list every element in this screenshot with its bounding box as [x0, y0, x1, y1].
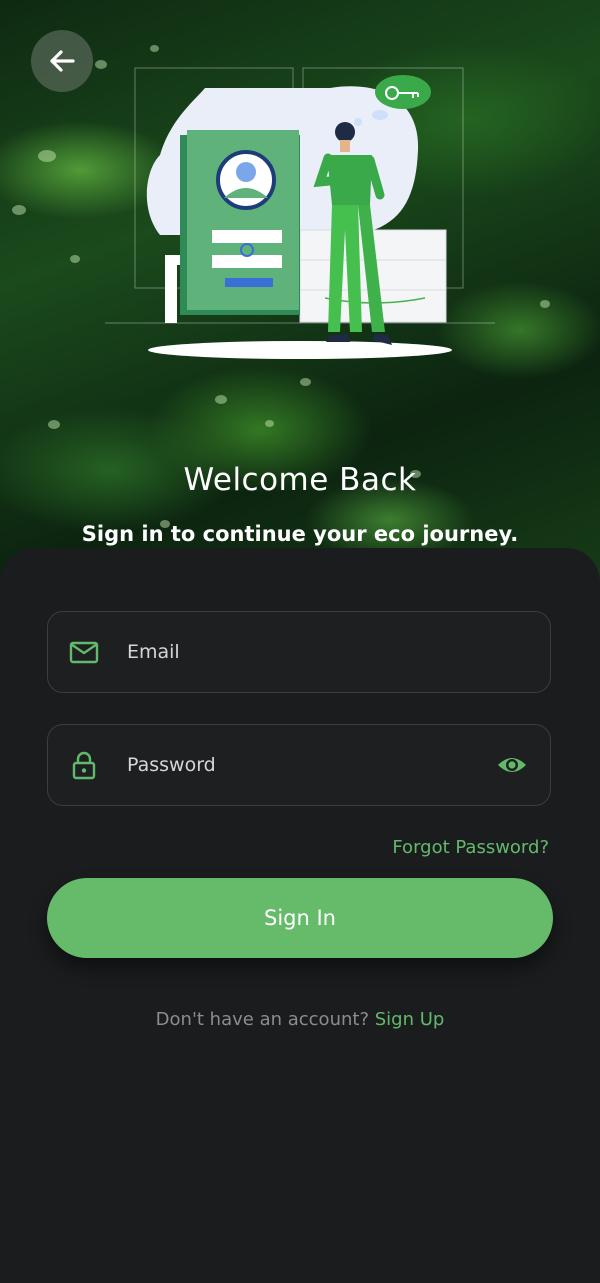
sign-in-illustration — [105, 67, 495, 359]
login-card: Email Password Forgot Password? Sign In … — [0, 548, 600, 1283]
page-title: Welcome Back — [183, 462, 417, 498]
page-subtitle: Sign in to continue your eco journey. — [81, 522, 519, 546]
eye-icon[interactable] — [496, 753, 528, 777]
dew-drop — [540, 300, 550, 308]
signup-prompt: Don't have an account? Sign Up — [0, 1009, 600, 1030]
dew-drop — [38, 150, 56, 162]
email-field[interactable]: Email — [47, 611, 551, 693]
forgot-password-link[interactable]: Forgot Password? — [392, 837, 549, 858]
dew-drop — [150, 45, 159, 52]
dew-drop — [70, 255, 80, 263]
dew-drop — [48, 420, 60, 429]
dew-drop — [300, 378, 311, 386]
sign-in-button[interactable]: Sign In — [47, 878, 553, 958]
password-field[interactable]: Password — [47, 724, 551, 806]
dew-drop — [265, 420, 274, 427]
back-button[interactable] — [31, 30, 93, 92]
sign-up-link[interactable]: Sign Up — [375, 1009, 445, 1030]
dew-drop — [215, 395, 227, 404]
password-placeholder: Password — [127, 754, 216, 776]
email-placeholder: Email — [127, 641, 180, 663]
signup-prompt-text: Don't have an account? — [155, 1009, 369, 1030]
mail-icon — [69, 641, 99, 664]
lock-icon — [72, 751, 96, 780]
dew-drop — [12, 205, 26, 215]
arrow-left-icon — [50, 50, 75, 72]
